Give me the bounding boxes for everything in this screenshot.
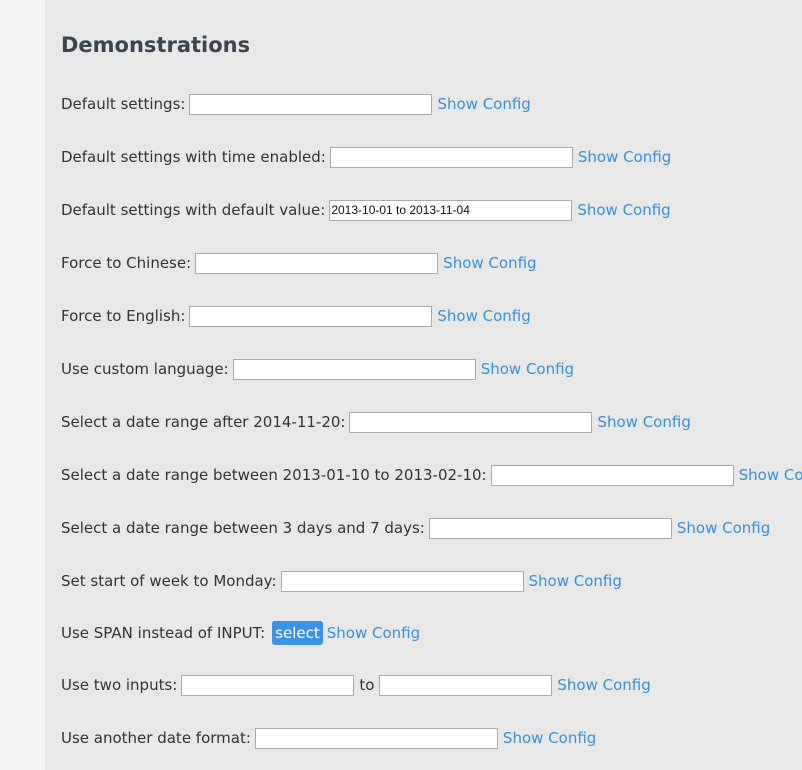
demo-label: Select a date range between 3 days and 7… [61, 519, 425, 537]
demo-label: Use custom language: [61, 360, 229, 378]
demo-content: Demonstrations Default settings: Show Co… [45, 0, 802, 770]
show-config-link[interactable]: Show Config [577, 201, 670, 219]
show-config-link[interactable]: Show Config [437, 95, 530, 113]
demo-row-after-date: Select a date range after 2014-11-20: Sh… [61, 410, 691, 434]
demo-row-days-range: Select a date range between 3 days and 7… [61, 516, 770, 540]
demo-row-span-instead-of-input: Use SPAN instead of INPUT: select Show C… [61, 621, 420, 645]
date-range-input[interactable] [254, 727, 498, 749]
start-date-input[interactable] [181, 674, 355, 696]
demo-row-default-value: Default settings with default value: Sho… [61, 198, 671, 222]
end-date-input[interactable] [379, 674, 553, 696]
demo-label: Use another date format: [61, 729, 251, 747]
demo-label: Use SPAN instead of INPUT: [61, 624, 266, 642]
show-config-link[interactable]: Show Config [578, 148, 671, 166]
demo-label: Select a date range between 2013-01-10 t… [61, 466, 487, 484]
show-config-link[interactable]: Show Config [443, 254, 536, 272]
date-range-input[interactable] [189, 93, 433, 115]
show-config-link[interactable]: Show Config [557, 676, 650, 694]
demo-label: Force to English: [61, 307, 186, 325]
demo-row-custom-language: Use custom language: Show Config [61, 357, 574, 381]
date-range-input[interactable] [329, 199, 573, 221]
date-range-input[interactable] [428, 517, 672, 539]
range-separator: to [359, 676, 375, 694]
demo-row-default-settings: Default settings: Show Config [61, 92, 531, 116]
demo-label: Default settings with time enabled: [61, 148, 326, 166]
date-range-input[interactable] [189, 305, 433, 327]
demo-label: Use two inputs: [61, 676, 178, 694]
demo-label: Select a date range after 2014-11-20: [61, 413, 346, 431]
demo-label: Force to Chinese: [61, 254, 192, 272]
date-range-input[interactable] [329, 146, 573, 168]
demo-row-time-enabled: Default settings with time enabled: Show… [61, 145, 671, 169]
show-config-link[interactable]: Show Config [597, 413, 690, 431]
show-config-link[interactable]: Show Config [327, 624, 420, 642]
demo-label: Default settings with default value: [61, 201, 326, 219]
demo-row-date-format: Use another date format: Show Config [61, 726, 596, 750]
show-config-link[interactable]: Show Config [437, 307, 530, 325]
left-gutter [0, 0, 45, 770]
page-title: Demonstrations [61, 33, 251, 57]
show-config-link[interactable]: Show Config [503, 729, 596, 747]
date-range-input[interactable] [280, 570, 524, 592]
show-config-link[interactable]: Show Config [677, 519, 770, 537]
date-range-input[interactable] [349, 411, 593, 433]
show-config-link[interactable]: Show Config [481, 360, 574, 378]
select-span-button[interactable]: select [272, 621, 323, 645]
demo-label: Set start of week to Monday: [61, 572, 277, 590]
date-range-input[interactable] [232, 358, 476, 380]
demo-row-between-dates: Select a date range between 2013-01-10 t… [61, 463, 802, 487]
demo-row-force-chinese: Force to Chinese: Show Config [61, 251, 537, 275]
show-config-link[interactable]: Show Config [529, 572, 622, 590]
show-config-link[interactable]: Show Config [739, 466, 802, 484]
demo-row-week-start-monday: Set start of week to Monday: Show Config [61, 569, 622, 593]
demo-row-force-english: Force to English: Show Config [61, 304, 531, 328]
demo-label: Default settings: [61, 95, 186, 113]
demo-row-two-inputs: Use two inputs: to Show Config [61, 673, 651, 697]
date-range-input[interactable] [195, 252, 439, 274]
date-range-input[interactable] [490, 464, 734, 486]
